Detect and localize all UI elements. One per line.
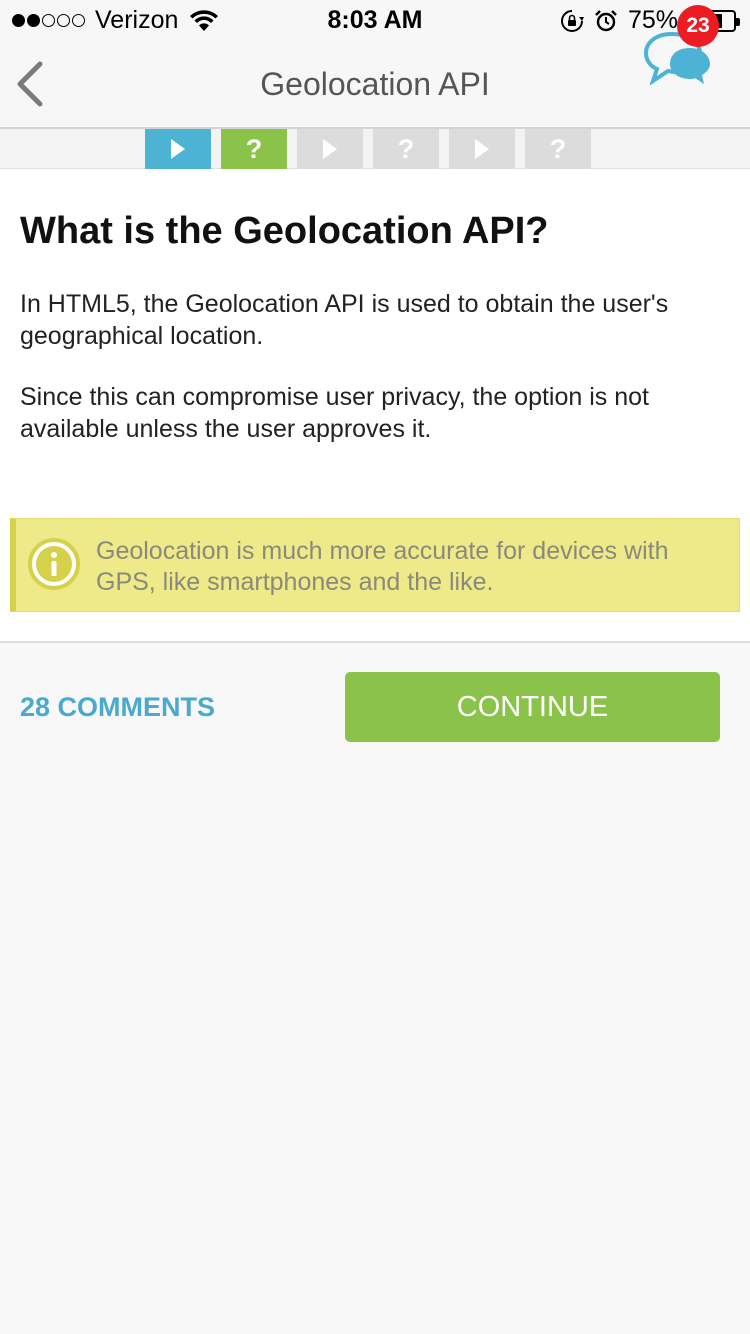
question-icon: ?: [549, 133, 567, 164]
status-bar: Verizon 8:03 AM 75%: [0, 0, 750, 40]
progress-step-6[interactable]: ?: [525, 129, 591, 169]
play-icon: [323, 139, 337, 159]
progress-step-2[interactable]: ?: [221, 129, 287, 169]
question-icon: ?: [245, 133, 263, 164]
lesson-paragraph-2: Since this can compromise user privacy, …: [20, 383, 649, 443]
notification-badge: 23: [677, 5, 719, 47]
info-note: Geolocation is much more accurate for de…: [10, 518, 740, 612]
rotation-lock-icon: [560, 9, 584, 32]
info-note-text: Geolocation is much more accurate for de…: [96, 537, 669, 596]
lesson-progress-strip: ? ? ?: [0, 129, 750, 169]
lesson-paragraph-1: In HTML5, the Geolocation API is used to…: [20, 290, 669, 350]
info-icon: [28, 538, 80, 590]
lesson-card: What is the Geolocation API? In HTML5, t…: [0, 169, 750, 643]
question-icon: ?: [397, 133, 415, 164]
continue-button[interactable]: CONTINUE: [345, 672, 720, 742]
play-icon: [171, 139, 185, 159]
page-title: Geolocation API: [260, 66, 490, 102]
progress-step-3[interactable]: [297, 129, 363, 169]
alarm-icon: [595, 9, 617, 31]
progress-step-5[interactable]: [449, 129, 515, 169]
nav-bar: Geolocation API: [0, 40, 750, 129]
progress-step-1[interactable]: [145, 129, 211, 169]
play-icon: [475, 139, 489, 159]
progress-step-4[interactable]: ?: [373, 129, 439, 169]
lesson-title: What is the Geolocation API?: [20, 210, 549, 252]
comments-link[interactable]: 28 COMMENTS: [20, 692, 215, 723]
